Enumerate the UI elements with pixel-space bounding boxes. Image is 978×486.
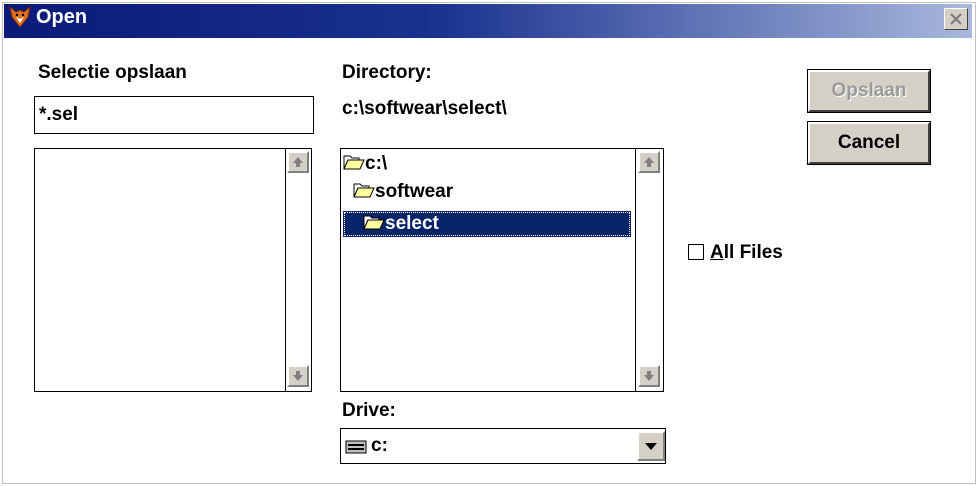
directory-scroll-down-button[interactable] xyxy=(638,365,660,387)
app-fox-icon xyxy=(9,5,31,28)
arrow-up-icon xyxy=(644,157,654,167)
arrow-down-icon xyxy=(644,371,654,381)
open-folder-icon xyxy=(363,215,385,230)
close-icon xyxy=(950,13,962,25)
close-button[interactable] xyxy=(944,8,968,30)
filename-value: *.sel xyxy=(39,104,79,125)
drive-select[interactable]: c: xyxy=(340,428,666,464)
arrow-down-icon xyxy=(293,371,303,381)
current-directory-path: c:\softwear\select\ xyxy=(342,98,507,119)
directory-scroll-up-button[interactable] xyxy=(638,151,660,173)
file-list-scroll-up-button[interactable] xyxy=(287,151,309,173)
save-selection-label: Selectie opslaan xyxy=(38,62,187,83)
file-list-scrollbar[interactable] xyxy=(285,149,311,391)
cancel-button[interactable]: Cancel xyxy=(807,121,931,165)
drive-value: c: xyxy=(371,435,388,456)
chevron-down-icon xyxy=(645,443,657,450)
directory-item-label: softwear xyxy=(375,181,454,202)
open-folder-icon xyxy=(353,183,375,198)
save-button[interactable]: Opslaan xyxy=(807,69,931,113)
drive-dropdown-button[interactable] xyxy=(637,431,665,461)
title-bar[interactable] xyxy=(4,4,972,38)
arrow-up-icon xyxy=(293,157,303,167)
all-files-label[interactable]: All Files xyxy=(710,242,783,264)
all-files-mnemonic: A xyxy=(710,242,724,263)
filename-input[interactable]: *.sel xyxy=(34,96,314,134)
directory-item[interactable]: c:\ xyxy=(343,151,631,177)
all-files-label-rest: ll Files xyxy=(723,242,783,263)
all-files-checkbox[interactable] xyxy=(688,244,704,260)
window-title: Open xyxy=(36,6,88,28)
drive-icon xyxy=(345,440,367,454)
file-list-scroll-down-button[interactable] xyxy=(287,365,309,387)
directory-item[interactable]: softwear xyxy=(353,179,631,205)
drive-label: Drive: xyxy=(342,400,396,421)
directory-list-scrollbar[interactable] xyxy=(635,149,663,391)
directory-item-selected[interactable]: select xyxy=(343,211,631,237)
directory-item-label: select xyxy=(385,213,439,234)
directory-label: Directory: xyxy=(342,62,432,83)
directory-list[interactable]: c:\ softwear select xyxy=(340,148,664,392)
directory-item-label: c:\ xyxy=(365,153,388,174)
open-folder-icon xyxy=(343,155,365,170)
file-list[interactable] xyxy=(34,148,312,392)
